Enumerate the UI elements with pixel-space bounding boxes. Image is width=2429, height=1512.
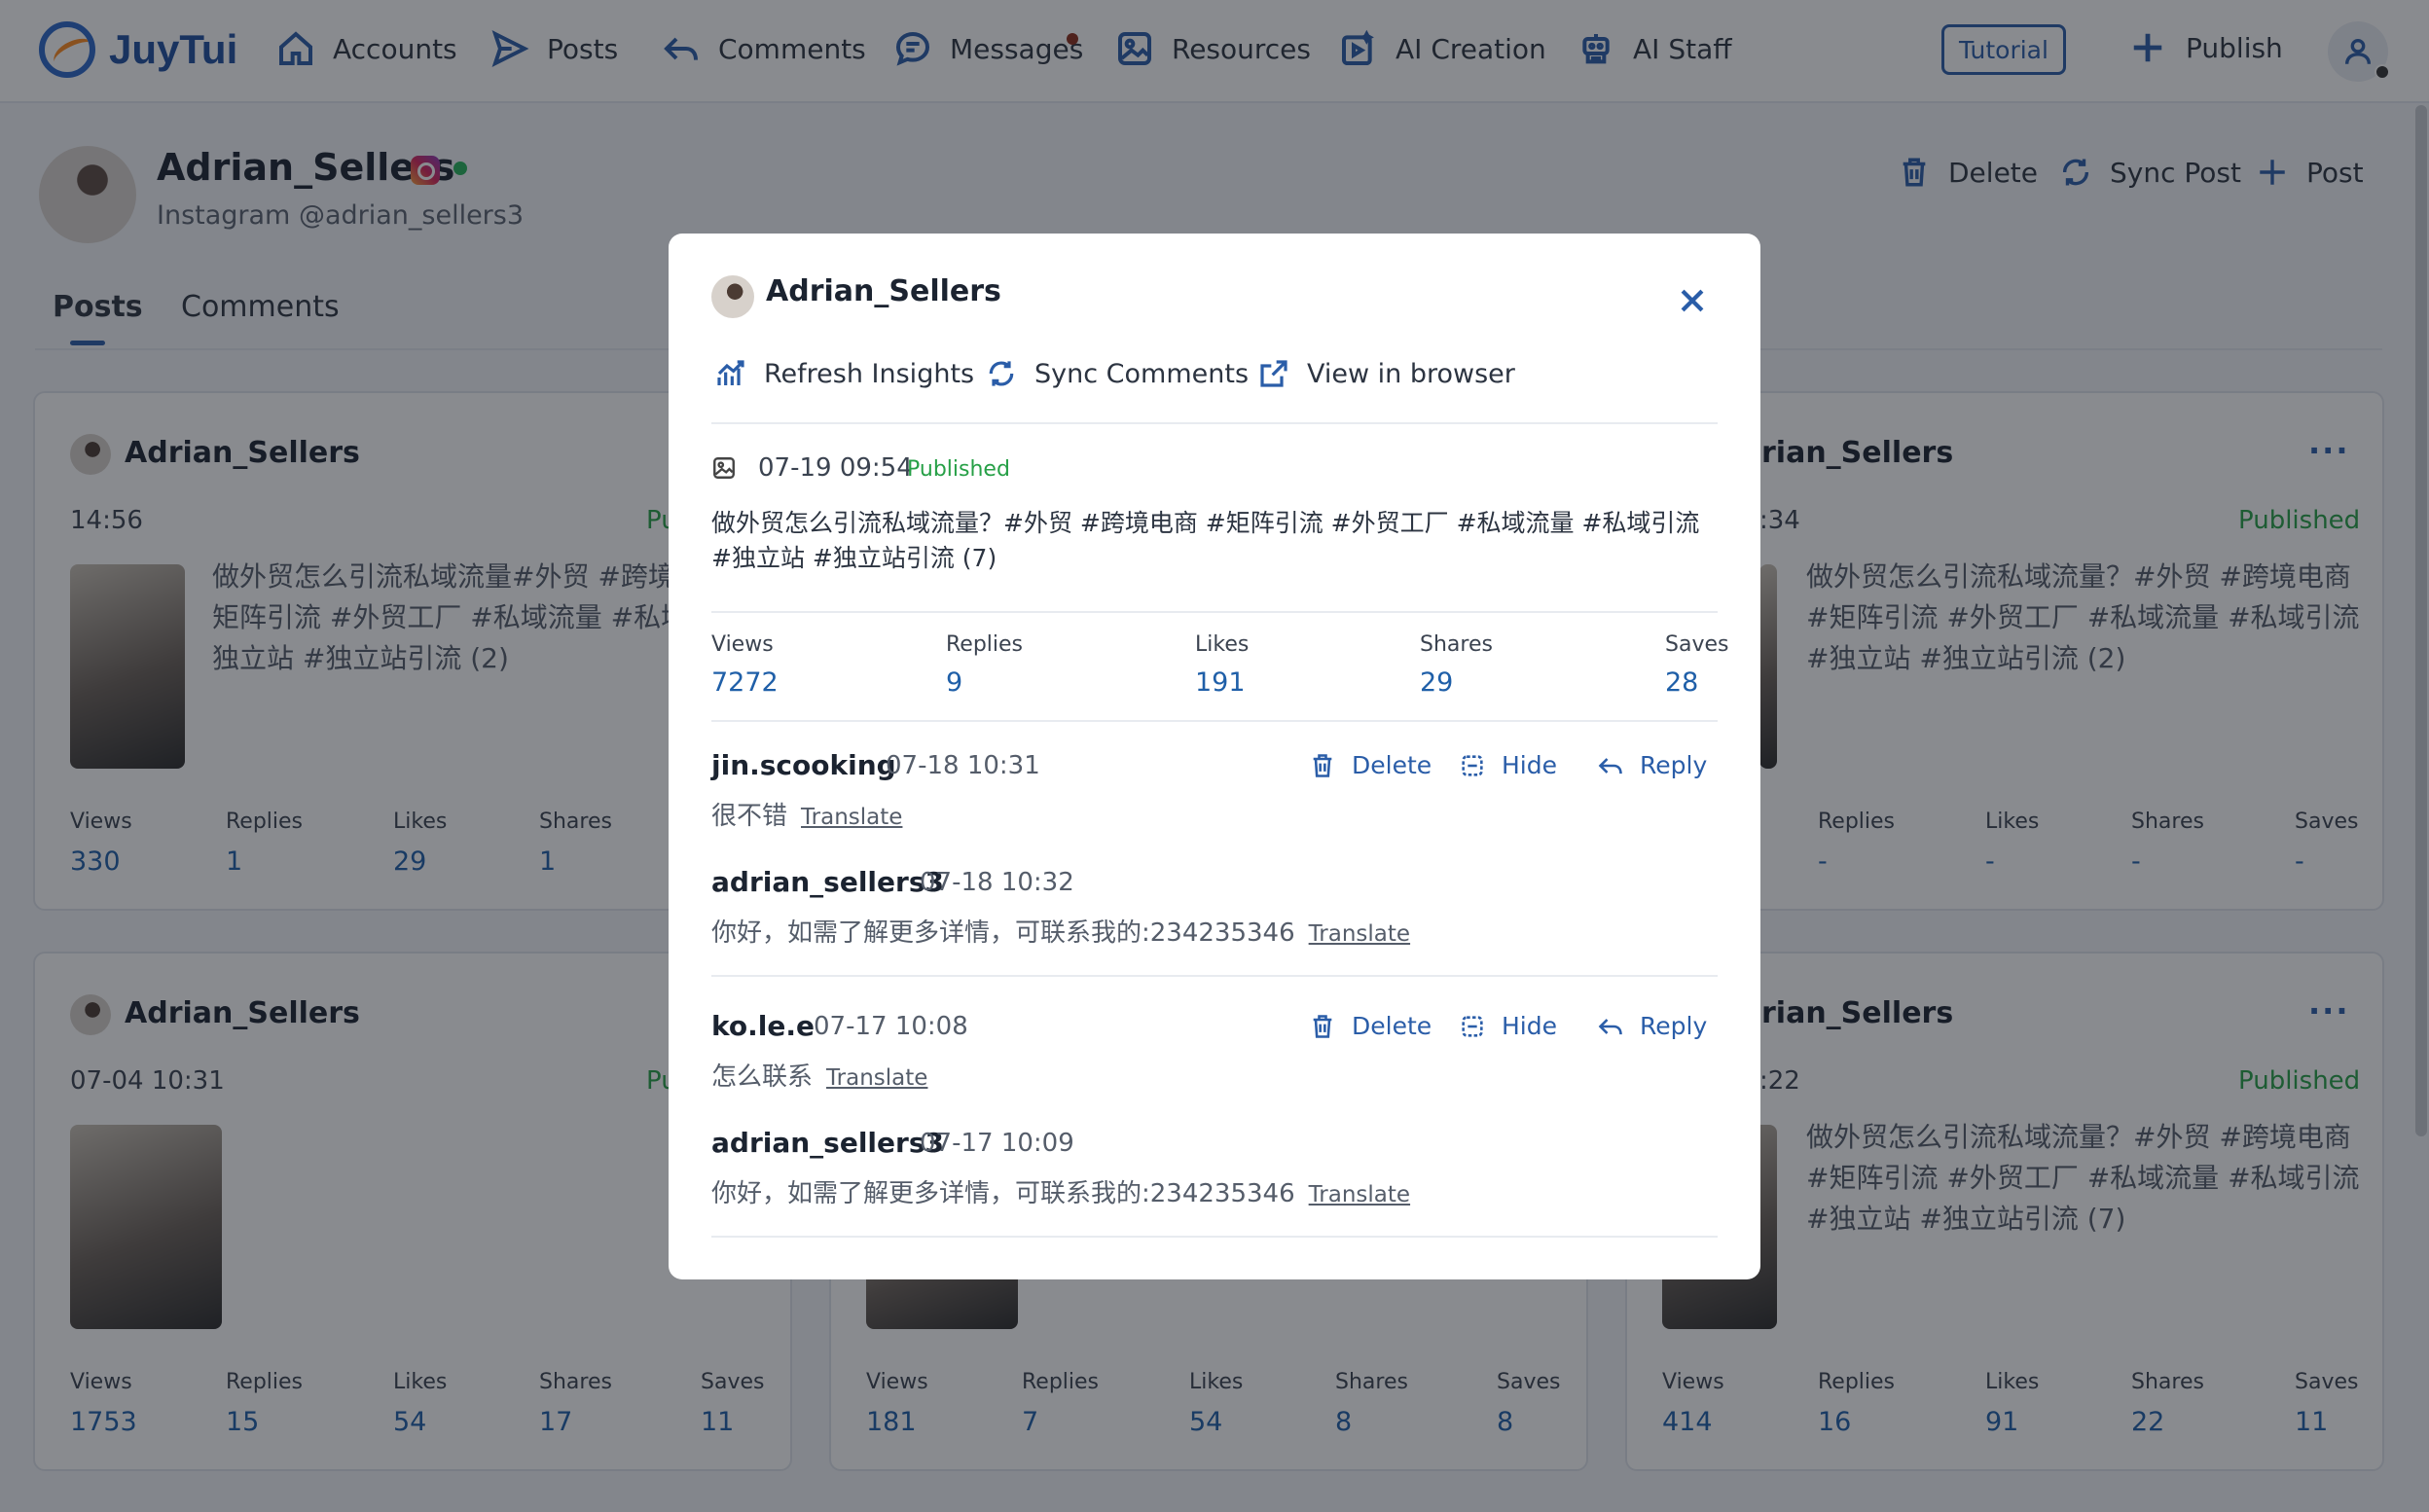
sync-comments-button[interactable]: Sync Comments — [986, 358, 1249, 389]
divider — [711, 1236, 1718, 1238]
reply-label: Reply — [1640, 1012, 1708, 1040]
delete-label: Delete — [1352, 751, 1432, 779]
comment-user: ko.le.e — [711, 1010, 815, 1042]
comment-time: 07-18 10:31 — [886, 751, 1040, 780]
translate-link[interactable]: Translate — [801, 805, 902, 830]
delete-label: Delete — [1352, 1012, 1432, 1040]
close-icon — [1681, 289, 1704, 312]
comment-reply-button[interactable]: Reply — [1597, 751, 1707, 779]
close-button[interactable] — [1676, 284, 1709, 317]
reply-body: 你好，如需了解更多详情，可联系我的:234235346 Translate — [711, 913, 1410, 949]
sync-icon — [989, 361, 1014, 386]
reply-time: 07-18 10:32 — [920, 868, 1074, 897]
hide-icon — [1462, 1015, 1483, 1037]
comment-text: 怎么联系 — [711, 1062, 814, 1092]
reply-icon — [1598, 757, 1622, 774]
comment-hide-button[interactable]: Hide — [1459, 1012, 1557, 1040]
modal-saves-label: Saves — [1665, 632, 1729, 657]
modal-shares-label: Shares — [1420, 632, 1493, 657]
reply-time: 07-17 10:09 — [920, 1129, 1074, 1158]
post-time: 07-19 09:54 — [758, 453, 913, 483]
modal-shares-value: 29 — [1420, 667, 1454, 698]
sync-comments-label: Sync Comments — [1034, 358, 1250, 389]
divider — [711, 422, 1718, 424]
reply-user: adrian_sellers3 — [711, 866, 944, 898]
divider — [711, 720, 1718, 722]
reply-icon — [1598, 1018, 1622, 1034]
modal-replies-value: 9 — [946, 667, 963, 698]
comment-reply-button[interactable]: Reply — [1597, 1012, 1707, 1040]
post-caption: 做外贸怎么引流私域流量？#外贸 #跨境电商 #矩阵引流 #外贸工厂 #私域流量 … — [711, 509, 1700, 572]
reply-body: 你好，如需了解更多详情，可联系我的:234235346 Translate — [711, 1173, 1410, 1209]
comment-user: jin.scooking — [711, 749, 896, 781]
post-status: Published — [907, 457, 1010, 482]
translate-link[interactable]: Translate — [1309, 921, 1410, 947]
comment-body: 很不错 Translate — [711, 796, 902, 832]
chart-icon — [717, 360, 744, 385]
view-in-browser-button[interactable]: View in browser — [1258, 358, 1515, 389]
comment-delete-button[interactable]: Delete — [1309, 751, 1432, 779]
reply-label: Reply — [1640, 751, 1708, 779]
hide-label: Hide — [1502, 1012, 1557, 1040]
comment-body: 怎么联系 Translate — [711, 1057, 927, 1093]
modal-replies-label: Replies — [946, 632, 1024, 657]
modal-likes-label: Likes — [1195, 632, 1250, 657]
reply-user: adrian_sellers3 — [711, 1127, 944, 1159]
translate-link[interactable]: Translate — [1309, 1182, 1410, 1207]
comment-delete-button[interactable]: Delete — [1309, 1012, 1432, 1040]
comment-time: 07-17 10:08 — [814, 1012, 968, 1041]
trash-icon — [1313, 1014, 1332, 1038]
hide-label: Hide — [1502, 751, 1557, 779]
view-in-browser-label: View in browser — [1307, 358, 1515, 389]
image-icon — [713, 457, 735, 479]
reply-text: 你好，如需了解更多详情，可联系我的:234235346 — [711, 1179, 1295, 1208]
external-link-icon — [1260, 360, 1287, 387]
modal-avatar — [711, 275, 754, 318]
post-detail-modal: Adrian_Sellers Refresh Insights Sync Com… — [669, 234, 1760, 1279]
modal-views-label: Views — [711, 632, 774, 657]
modal-saves-value: 28 — [1665, 667, 1699, 698]
hide-icon — [1462, 754, 1483, 776]
comment-text: 很不错 — [711, 802, 788, 831]
divider — [711, 611, 1718, 613]
refresh-insights-button[interactable]: Refresh Insights — [715, 358, 974, 389]
reply-text: 你好，如需了解更多详情，可联系我的:234235346 — [711, 918, 1295, 948]
comment-hide-button[interactable]: Hide — [1459, 751, 1557, 779]
modal-likes-value: 191 — [1195, 667, 1246, 698]
refresh-insights-label: Refresh Insights — [764, 358, 975, 389]
trash-icon — [1313, 753, 1332, 777]
divider — [711, 975, 1718, 977]
modal-views-value: 7272 — [711, 667, 779, 698]
modal-title: Adrian_Sellers — [766, 274, 1001, 308]
post-image-icon — [711, 455, 737, 485]
translate-link[interactable]: Translate — [826, 1065, 927, 1091]
